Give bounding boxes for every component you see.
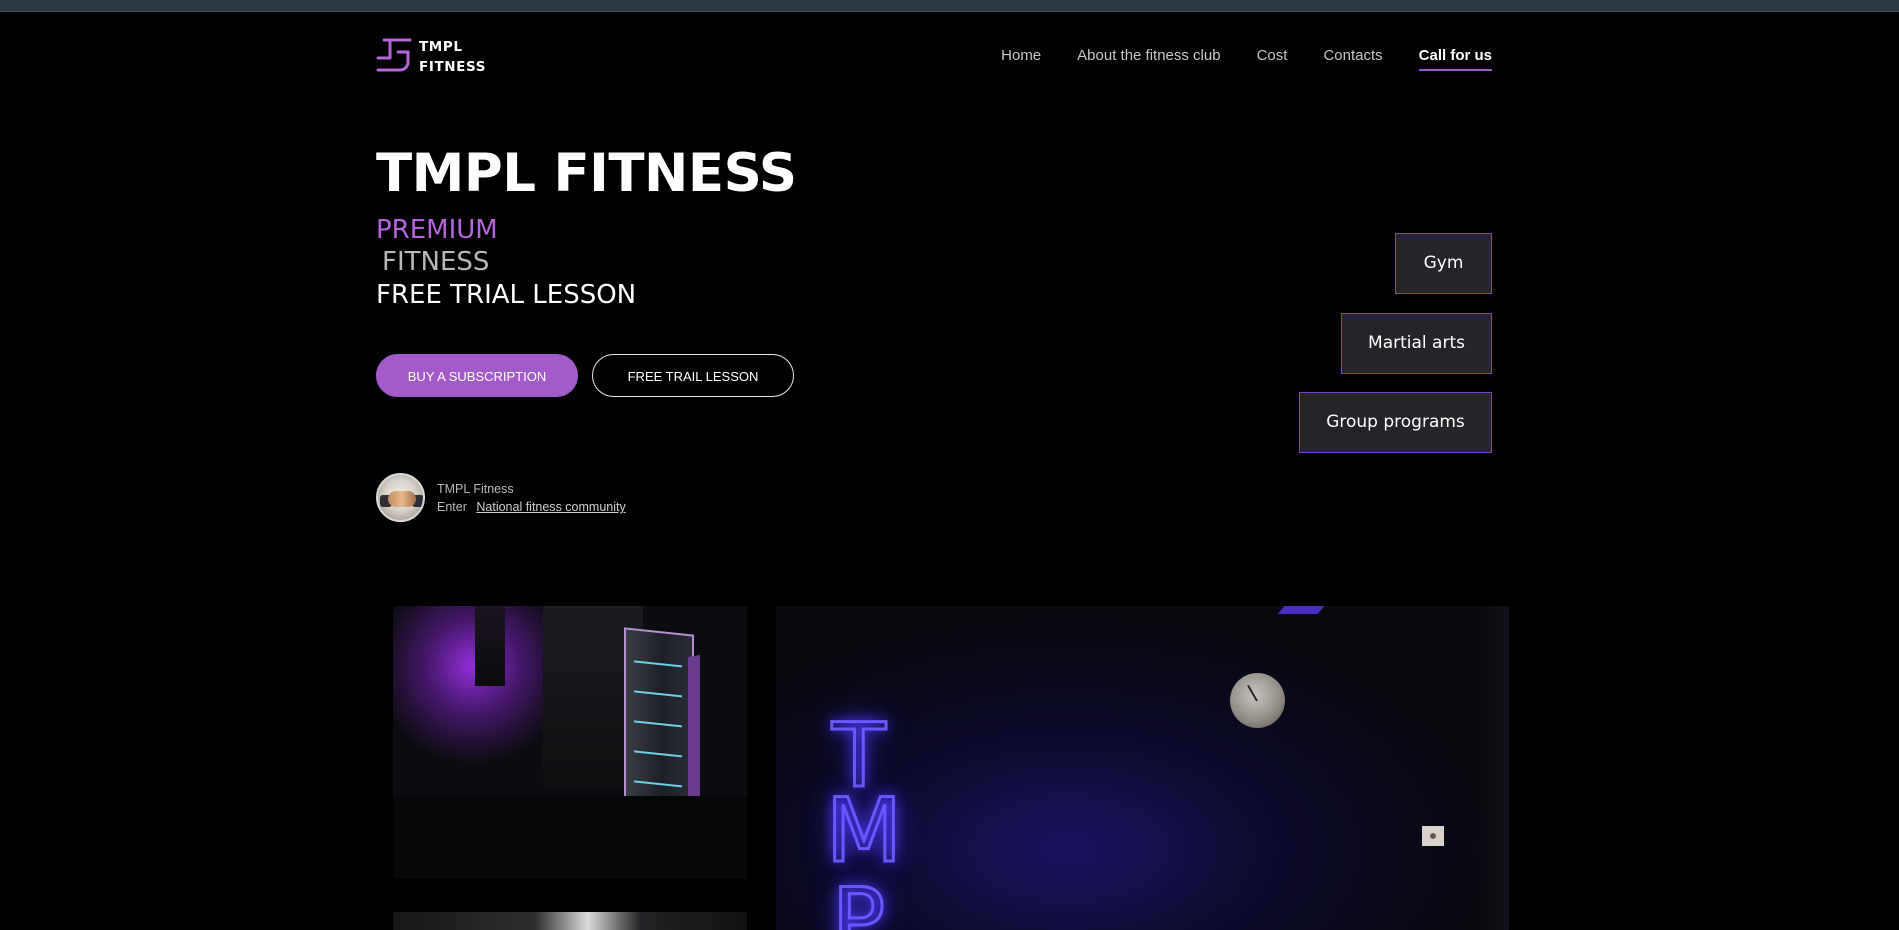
main-nav: Home About the fitness club Cost Contact… [1001, 46, 1492, 71]
photo-floor [393, 796, 747, 879]
photo-corner-light [1277, 606, 1325, 614]
nav-home[interactable]: Home [1001, 46, 1041, 71]
nav-about[interactable]: About the fitness club [1077, 46, 1220, 71]
hero-title: TMPL FITNESS [376, 143, 797, 204]
wall-clock [1230, 673, 1285, 728]
free-trial-button[interactable]: FREE TRAIL LESSON [592, 354, 794, 397]
community-block: TMPL Fitness Enter National fitness comm… [376, 473, 696, 523]
nav-contacts[interactable]: Contacts [1323, 46, 1382, 71]
logo-text: TMPL FITNESS [419, 37, 486, 77]
avatar[interactable] [376, 473, 425, 522]
category-group-programs-button[interactable]: Group programs [1299, 392, 1492, 453]
handshake-icon [388, 491, 416, 507]
category-gym-button[interactable]: Gym [1395, 233, 1492, 294]
logo-icon [376, 38, 412, 72]
hero-premium: PREMIUM [376, 215, 498, 245]
hero-free-trial: FREE TRIAL LESSON [376, 280, 637, 310]
hero-section: TMPL FITNESS PREMIUM FITNESS FREE TRIAL … [376, 138, 936, 311]
site-header: TMPL FITNESS Home About the fitness club… [376, 36, 1492, 76]
category-martial-arts-button[interactable]: Martial arts [1341, 313, 1492, 374]
gallery-photo-neon-sign: T M P [776, 606, 1509, 930]
hero-fitness: FITNESS [382, 247, 490, 277]
community-enter-label: Enter [437, 500, 467, 514]
gallery-photo-vending [393, 606, 747, 879]
logo[interactable]: TMPL FITNESS [376, 36, 496, 76]
neon-letter-p: P [830, 869, 886, 930]
community-name: TMPL Fitness [437, 482, 514, 496]
nav-call-for-us[interactable]: Call for us [1418, 46, 1492, 71]
community-link[interactable]: National fitness community [476, 500, 625, 514]
logo-line-1: TMPL [419, 39, 463, 55]
gallery-photo-bottom [393, 912, 747, 930]
wall-sticker [1422, 826, 1444, 846]
photo-door [475, 606, 505, 686]
community-enter-row: Enter National fitness community [437, 500, 626, 514]
logo-line-2: FITNESS [419, 59, 487, 75]
photo-edge [1472, 606, 1509, 930]
nav-cost[interactable]: Cost [1257, 46, 1288, 71]
buy-subscription-button[interactable]: BUY A SUBSCRIPTION [376, 354, 578, 397]
browser-top-strip [0, 0, 1899, 12]
neon-letter-m: M [825, 779, 904, 882]
